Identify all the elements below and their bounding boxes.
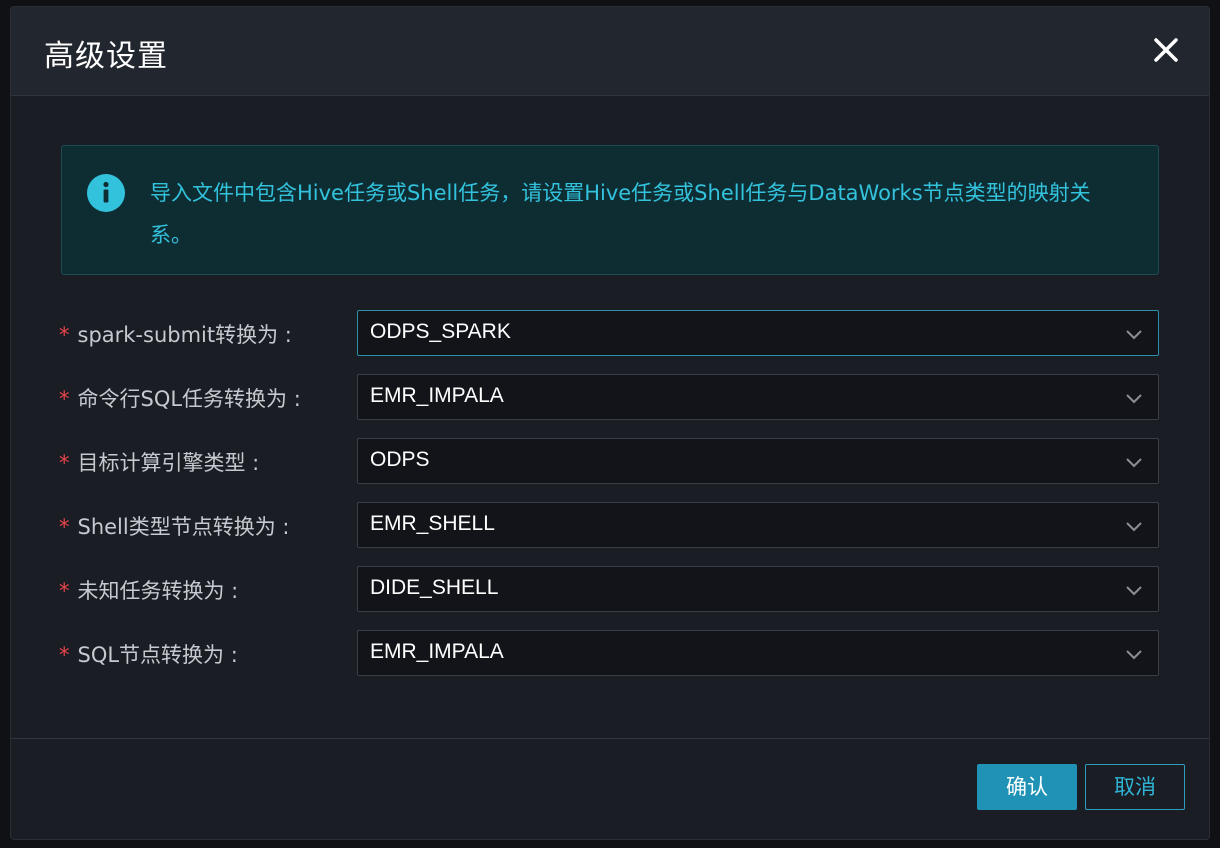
alert-message: 导入文件中包含Hive任务或Shell任务，请设置Hive任务或Shell任务与…	[150, 181, 1091, 247]
select-value: EMR_IMPALA	[370, 640, 504, 663]
target-engine-select[interactable]: ODPS	[357, 438, 1159, 484]
chevron-down-icon	[1126, 650, 1142, 660]
required-mark: *	[59, 515, 70, 539]
required-mark: *	[59, 579, 70, 603]
cli-sql-select[interactable]: EMR_IMPALA	[357, 374, 1159, 420]
field-label-text: SQL节点转换为 :	[77, 643, 238, 667]
select-value: ODPS_SPARK	[370, 320, 511, 343]
form-row-target-engine: * 目标计算引擎类型 : ODPS	[11, 438, 1209, 486]
advanced-settings-dialog: 高级设置 导入文件中包含Hive任务或Shell任务，请设置Hive任务或She…	[10, 6, 1210, 840]
form-row-unknown-task: * 未知任务转换为 : DIDE_SHELL	[11, 566, 1209, 614]
field-label: * 目标计算引擎类型 :	[59, 447, 259, 477]
chevron-down-icon	[1126, 522, 1142, 532]
dialog-title: 高级设置	[44, 39, 168, 74]
select-value: EMR_SHELL	[370, 512, 495, 535]
form-row-spark-submit: * spark-submit转换为 : ODPS_SPARK	[11, 310, 1209, 358]
field-label-text: 未知任务转换为 :	[77, 579, 239, 603]
confirm-button[interactable]: 确认	[977, 764, 1077, 810]
field-label-text: spark-submit转换为 :	[77, 323, 292, 347]
close-icon[interactable]	[1149, 33, 1183, 67]
field-label: * Shell类型节点转换为 :	[59, 511, 289, 541]
chevron-down-icon	[1126, 586, 1142, 596]
field-label: * 未知任务转换为 :	[59, 575, 238, 605]
form-row-sql-node: * SQL节点转换为 : EMR_IMPALA	[11, 630, 1209, 678]
field-label-text: 目标计算引擎类型 :	[77, 451, 260, 475]
select-value: ODPS	[370, 448, 430, 471]
select-value: DIDE_SHELL	[370, 576, 499, 599]
chevron-down-icon	[1126, 394, 1142, 404]
field-label: * SQL节点转换为 :	[59, 639, 238, 669]
chevron-down-icon	[1126, 458, 1142, 468]
required-mark: *	[59, 451, 70, 475]
field-label-text: 命令行SQL任务转换为 :	[77, 387, 301, 411]
select-value: EMR_IMPALA	[370, 384, 504, 407]
spark-submit-select[interactable]: ODPS_SPARK	[357, 310, 1159, 356]
required-mark: *	[59, 387, 70, 411]
chevron-down-icon	[1126, 330, 1142, 340]
unknown-task-select[interactable]: DIDE_SHELL	[357, 566, 1159, 612]
form-row-cli-sql: * 命令行SQL任务转换为 : EMR_IMPALA	[11, 374, 1209, 422]
form-row-shell-node: * Shell类型节点转换为 : EMR_SHELL	[11, 502, 1209, 550]
required-mark: *	[59, 643, 70, 667]
cancel-button[interactable]: 取消	[1085, 764, 1185, 810]
required-mark: *	[59, 323, 70, 347]
info-icon	[86, 173, 126, 213]
dialog-header: 高级设置	[11, 7, 1209, 96]
field-label: * spark-submit转换为 :	[59, 319, 292, 349]
dialog-footer: 确认 取消	[11, 738, 1209, 839]
shell-node-select[interactable]: EMR_SHELL	[357, 502, 1159, 548]
info-alert: 导入文件中包含Hive任务或Shell任务，请设置Hive任务或Shell任务与…	[61, 145, 1159, 275]
sql-node-select[interactable]: EMR_IMPALA	[357, 630, 1159, 676]
field-label: * 命令行SQL任务转换为 :	[59, 383, 301, 413]
field-label-text: Shell类型节点转换为 :	[77, 515, 290, 539]
